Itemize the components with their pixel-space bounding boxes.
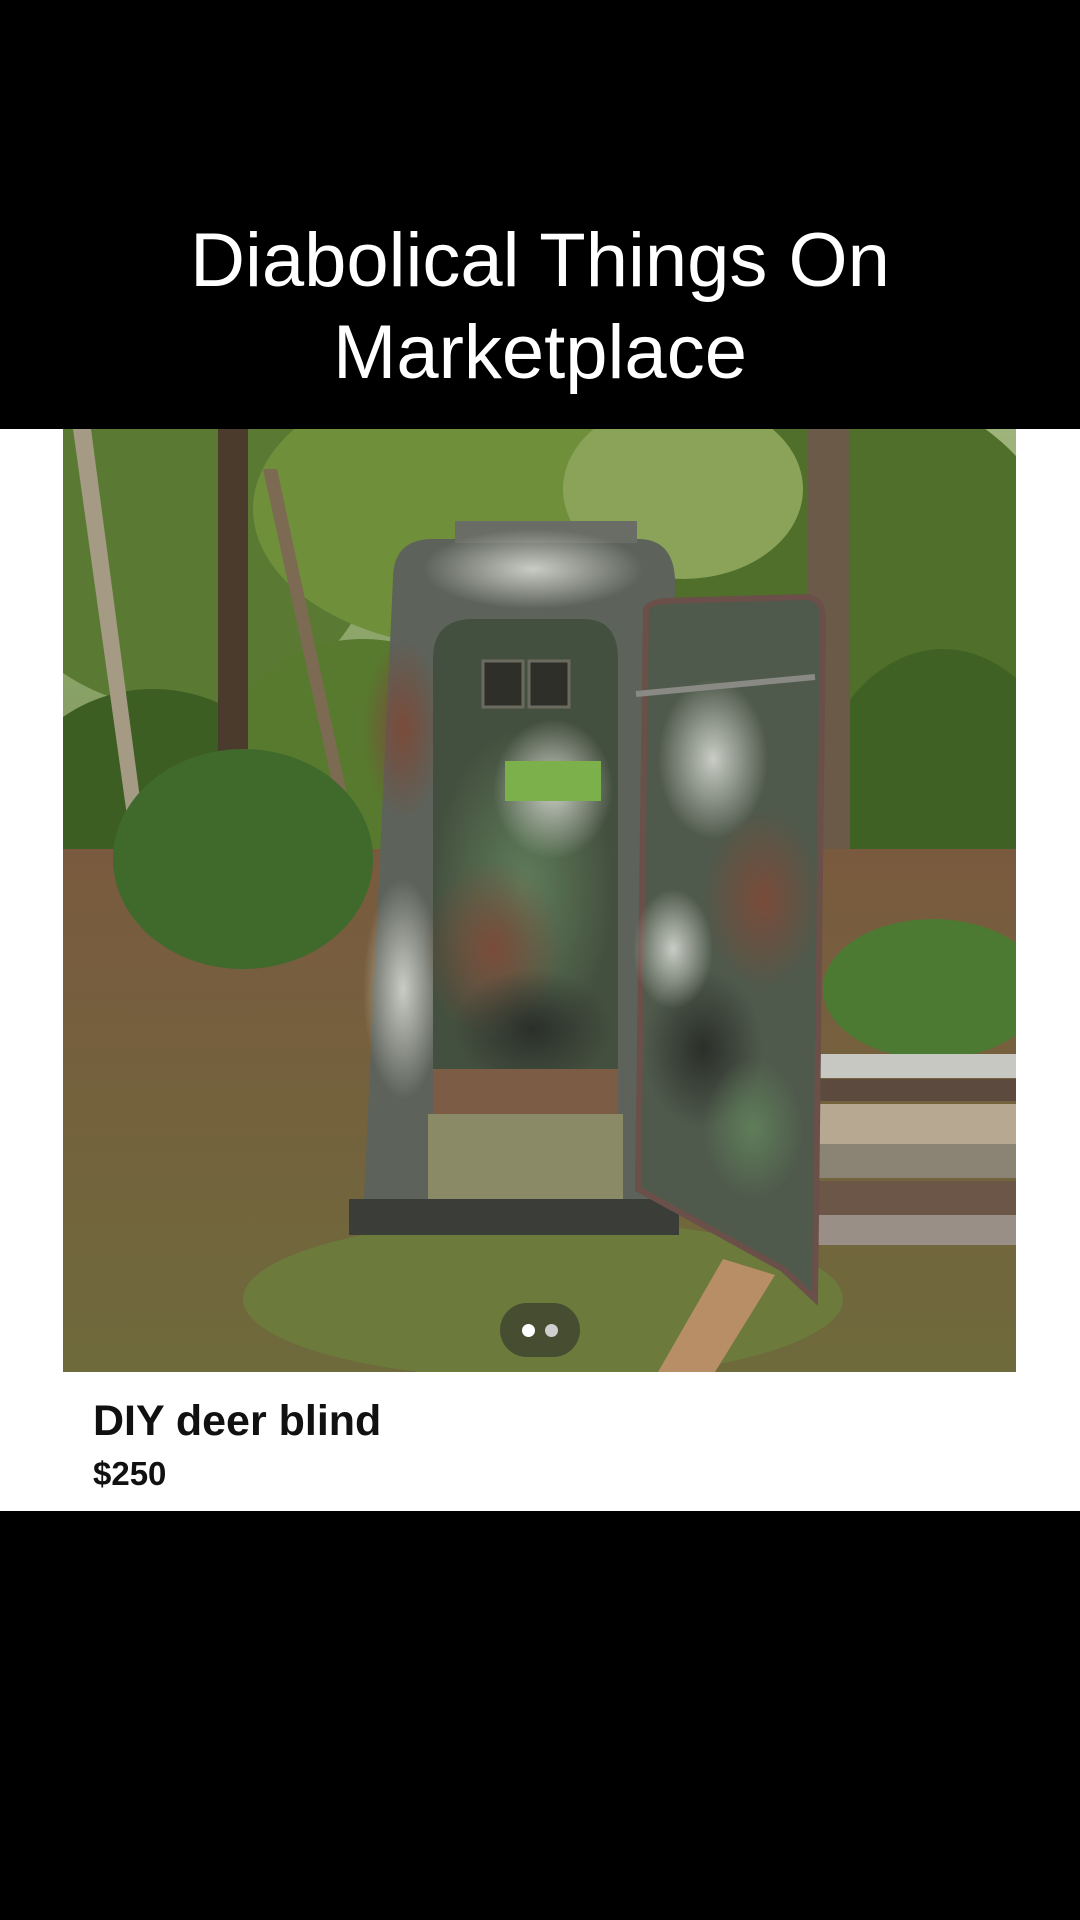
pagination-dot-active[interactable]	[522, 1323, 535, 1337]
listing-price: $250	[93, 1455, 167, 1492]
pagination-dot[interactable]	[545, 1323, 558, 1337]
video-caption: Diabolical Things On Marketplace	[0, 215, 1080, 399]
caption-line-1: Diabolical Things On	[190, 218, 890, 303]
caption-line-2: Marketplace	[333, 310, 747, 395]
photo-pagination[interactable]	[500, 1303, 580, 1357]
marketplace-listing-card[interactable]: DIY deer blind $250	[0, 429, 1080, 1511]
video-frame: Diabolical Things On Marketplace DIY dee…	[0, 0, 1080, 1920]
listing-photo[interactable]	[63, 429, 1016, 1372]
listing-title[interactable]: DIY deer blind	[93, 1397, 381, 1446]
